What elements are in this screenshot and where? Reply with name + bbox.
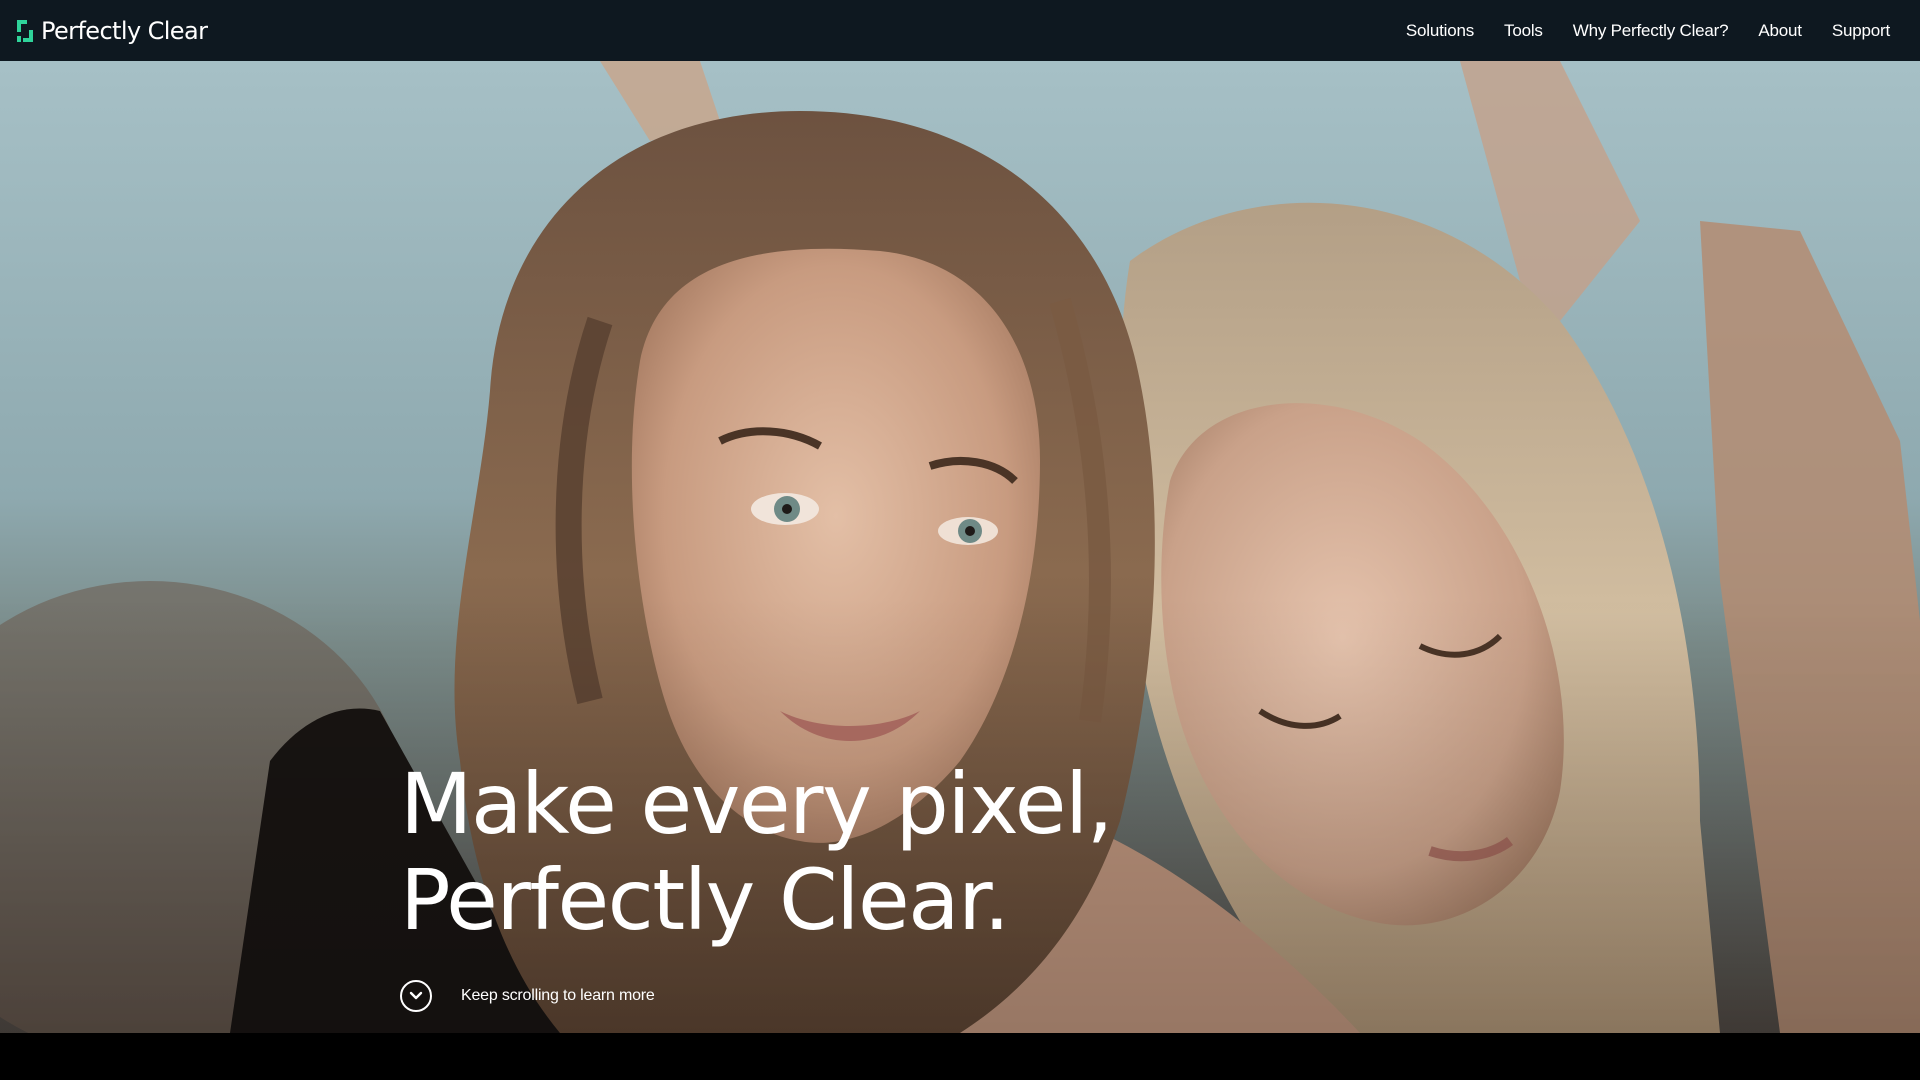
scroll-cue-link[interactable]: Keep scrolling to learn more: [400, 980, 655, 1012]
perfectly-clear-logo-icon: [17, 20, 33, 42]
nav-item-solutions[interactable]: Solutions: [1406, 21, 1474, 41]
logo-link[interactable]: Perfectly Clear: [15, 17, 208, 45]
page-bottom-band: [0, 1033, 1920, 1080]
chevron-down-icon[interactable]: [400, 980, 432, 1012]
scroll-cue-text: Keep scrolling to learn more: [461, 987, 655, 1004]
hero-headline: Make every pixel, Perfectly Clear.: [400, 755, 1114, 949]
hero-headline-line-2: Perfectly Clear.: [400, 851, 1010, 949]
top-navbar: Perfectly Clear Solutions Tools Why Perf…: [0, 0, 1920, 61]
nav-item-why-perfectly-clear[interactable]: Why Perfectly Clear?: [1573, 21, 1729, 41]
logo-text: Perfectly Clear: [41, 17, 208, 45]
nav-item-support[interactable]: Support: [1832, 21, 1890, 41]
nav-item-tools[interactable]: Tools: [1504, 21, 1543, 41]
hero-headline-line-1: Make every pixel,: [400, 755, 1114, 853]
main-nav: Solutions Tools Why Perfectly Clear? Abo…: [1406, 0, 1890, 61]
hero-section: Make every pixel, Perfectly Clear. Keep …: [0, 61, 1920, 1033]
nav-item-about[interactable]: About: [1758, 21, 1802, 41]
page: Perfectly Clear Solutions Tools Why Perf…: [0, 0, 1920, 1080]
